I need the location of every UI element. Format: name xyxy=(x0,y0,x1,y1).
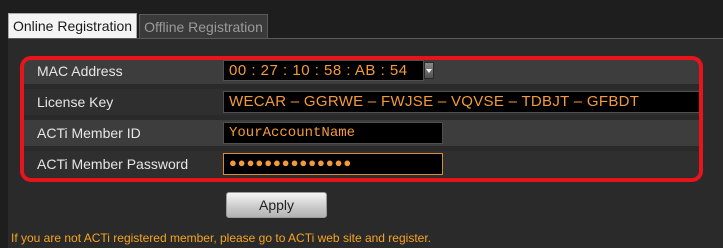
tab-online-registration[interactable]: Online Registration xyxy=(8,13,138,39)
mac-address-select[interactable]: 00 : 27 : 10 : 58 : AB : 54 xyxy=(223,60,424,81)
apply-button[interactable]: Apply xyxy=(226,192,327,218)
member-password-input[interactable]: ●●●●●●●●●●●●●● xyxy=(223,153,443,175)
registration-tabs: Online Registration Offline Registration xyxy=(8,13,268,39)
registration-window: Online Registration Offline Registration… xyxy=(0,0,723,248)
member-password-label: ACTi Member Password xyxy=(37,156,189,172)
license-key-field[interactable]: WECAR – GGRWE – FWJSE – VQVSE – TDBJT – … xyxy=(223,91,701,113)
member-id-input[interactable]: YourAccountName xyxy=(223,122,443,144)
tab-offline-registration[interactable]: Offline Registration xyxy=(139,14,268,39)
member-id-label: ACTi Member ID xyxy=(37,125,141,141)
mac-address-label: MAC Address xyxy=(37,63,123,79)
dropdown-arrow-icon[interactable] xyxy=(424,62,434,79)
registration-notice: If you are not ACTi registered member, p… xyxy=(11,231,431,245)
license-key-label: License Key xyxy=(37,94,114,110)
